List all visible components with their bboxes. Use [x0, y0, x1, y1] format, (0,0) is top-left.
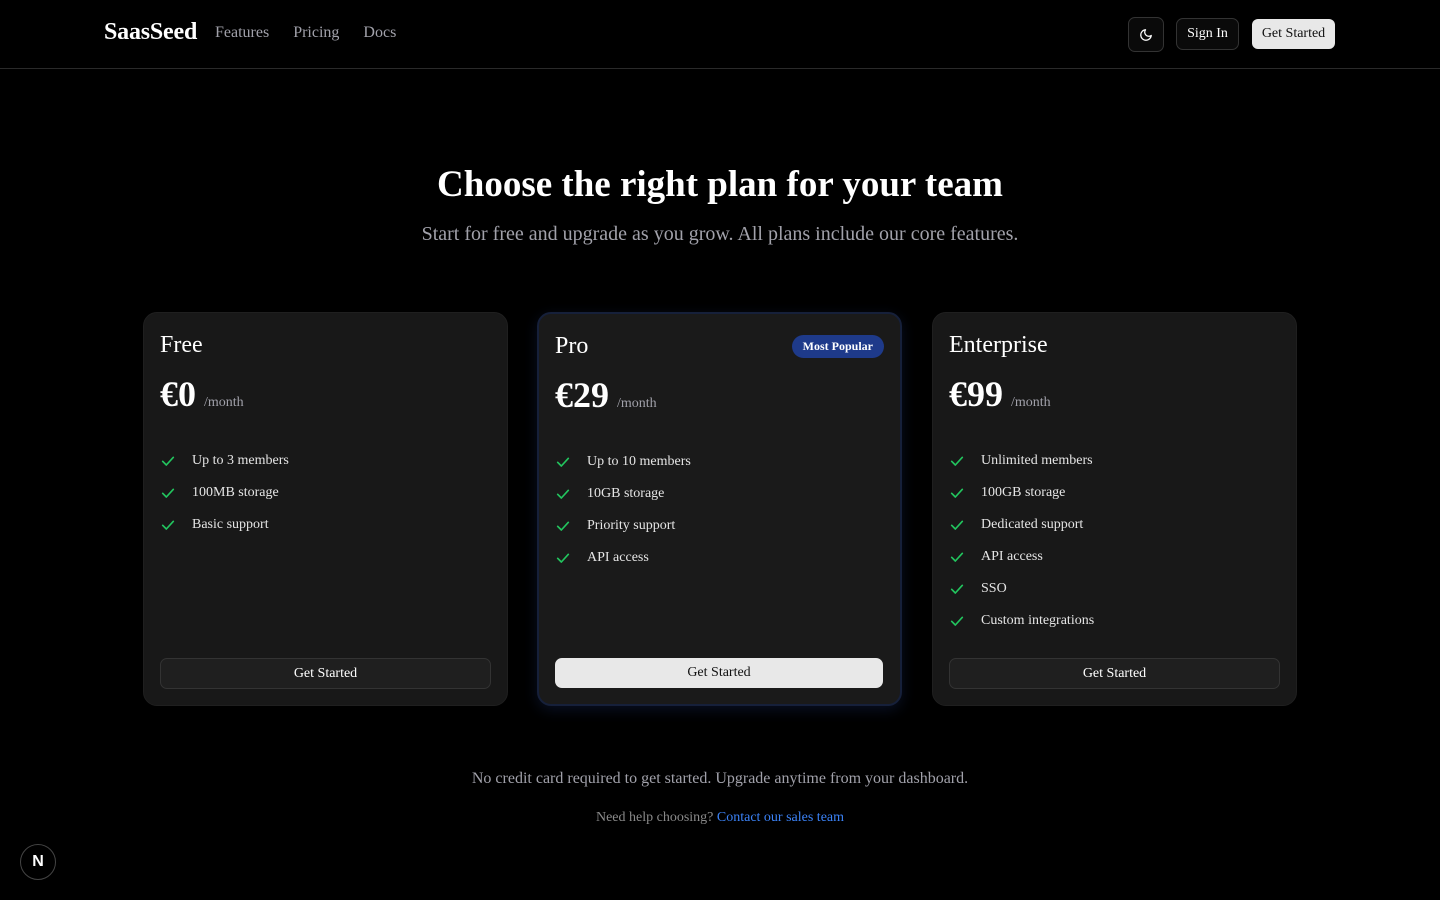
plan-price: €29: [555, 375, 609, 415]
feature-item: Up to 3 members: [160, 445, 289, 477]
page-subtitle: Start for free and upgrade as you grow. …: [421, 223, 1019, 245]
contact-sales-link[interactable]: Contact our sales team: [717, 810, 844, 825]
plan-price: €0: [160, 374, 196, 414]
feature-item: API access: [555, 542, 691, 574]
theme-toggle-button[interactable]: [1128, 17, 1164, 52]
check-icon: [949, 613, 965, 629]
plan-period: /month: [204, 395, 244, 410]
feature-item: 100MB storage: [160, 477, 289, 509]
nav-link-pricing[interactable]: Pricing: [293, 24, 339, 42]
feature-list: Unlimited members 100GB storage Dedicate…: [949, 445, 1094, 637]
check-icon: [555, 454, 571, 470]
check-icon: [949, 549, 965, 565]
check-icon: [160, 517, 176, 533]
plan-card-pro: Pro Most Popular €29 /month Up to 10 mem…: [537, 312, 902, 706]
check-icon: [160, 485, 176, 501]
feature-label: Up to 3 members: [192, 453, 289, 468]
check-icon: [555, 486, 571, 502]
brand-logo[interactable]: SaasSeed: [104, 19, 197, 46]
sign-in-button[interactable]: Sign In: [1176, 18, 1239, 50]
feature-item: SSO: [949, 573, 1094, 605]
free-get-started-button[interactable]: Get Started: [160, 658, 491, 689]
help-prefix: Need help choosing?: [595, 810, 714, 825]
feature-label: 100GB storage: [981, 485, 1066, 500]
nav-link-docs[interactable]: Docs: [363, 24, 396, 42]
check-icon: [949, 485, 965, 501]
plan-name: Pro: [555, 333, 589, 359]
check-icon: [555, 518, 571, 534]
plan-card-free: Free €0 /month Up to 3 members 100MB sto…: [143, 312, 508, 706]
plan-price-row: €29 /month: [555, 374, 657, 416]
feature-list: Up to 10 members 10GB storage Priority s…: [555, 446, 691, 574]
plan-name: Free: [160, 332, 203, 358]
check-icon: [949, 453, 965, 469]
nav-links: Features Pricing Docs: [215, 24, 396, 42]
top-navbar: SaasSeed Features Pricing Docs Sign In G…: [0, 0, 1440, 69]
feature-item: Priority support: [555, 510, 691, 542]
plan-card-enterprise: Enterprise €99 /month Unlimited members …: [932, 312, 1297, 706]
plan-period: /month: [617, 396, 657, 411]
check-icon: [949, 517, 965, 533]
plan-price: €99: [949, 374, 1003, 414]
feature-item: Unlimited members: [949, 445, 1094, 477]
nav-link-features[interactable]: Features: [215, 24, 269, 42]
feature-label: SSO: [981, 581, 1007, 596]
plan-price-row: €99 /month: [949, 373, 1051, 415]
no-credit-card-note: No credit card required to get started. …: [471, 770, 969, 787]
check-icon: [949, 581, 965, 597]
check-icon: [160, 453, 176, 469]
feature-item: 10GB storage: [555, 478, 691, 510]
feature-item: Basic support: [160, 509, 289, 541]
feature-label: Custom integrations: [981, 613, 1095, 628]
feature-label: 10GB storage: [587, 486, 665, 501]
enterprise-get-started-button[interactable]: Get Started: [949, 658, 1280, 689]
page-title: Choose the right plan for your team: [437, 164, 1003, 205]
plan-name: Enterprise: [949, 332, 1048, 358]
feature-label: Unlimited members: [981, 453, 1093, 468]
feature-item: API access: [949, 541, 1094, 573]
feature-label: API access: [981, 549, 1043, 564]
feature-label: Up to 10 members: [587, 454, 691, 469]
moon-icon: [1140, 28, 1152, 41]
feature-label: Priority support: [587, 518, 676, 533]
most-popular-badge: Most Popular: [791, 335, 884, 358]
plan-period: /month: [1011, 395, 1051, 410]
check-icon: [555, 550, 571, 566]
feature-item: Dedicated support: [949, 509, 1094, 541]
feature-label: Basic support: [192, 517, 269, 532]
feature-item: 100GB storage: [949, 477, 1094, 509]
feature-item: Up to 10 members: [555, 446, 691, 478]
plan-price-row: €0 /month: [160, 373, 244, 415]
feature-list: Up to 3 members 100MB storage Basic supp…: [160, 445, 289, 541]
help-line: Need help choosing? Contact our sales te…: [0, 810, 1440, 826]
feature-item: Custom integrations: [949, 605, 1094, 637]
feature-label: Dedicated support: [981, 517, 1084, 532]
feature-label: API access: [587, 550, 649, 565]
next-logo-icon[interactable]: N: [20, 844, 56, 880]
nav-get-started-button[interactable]: Get Started: [1252, 19, 1335, 49]
feature-label: 100MB storage: [192, 485, 279, 500]
pro-get-started-button[interactable]: Get Started: [555, 658, 883, 688]
